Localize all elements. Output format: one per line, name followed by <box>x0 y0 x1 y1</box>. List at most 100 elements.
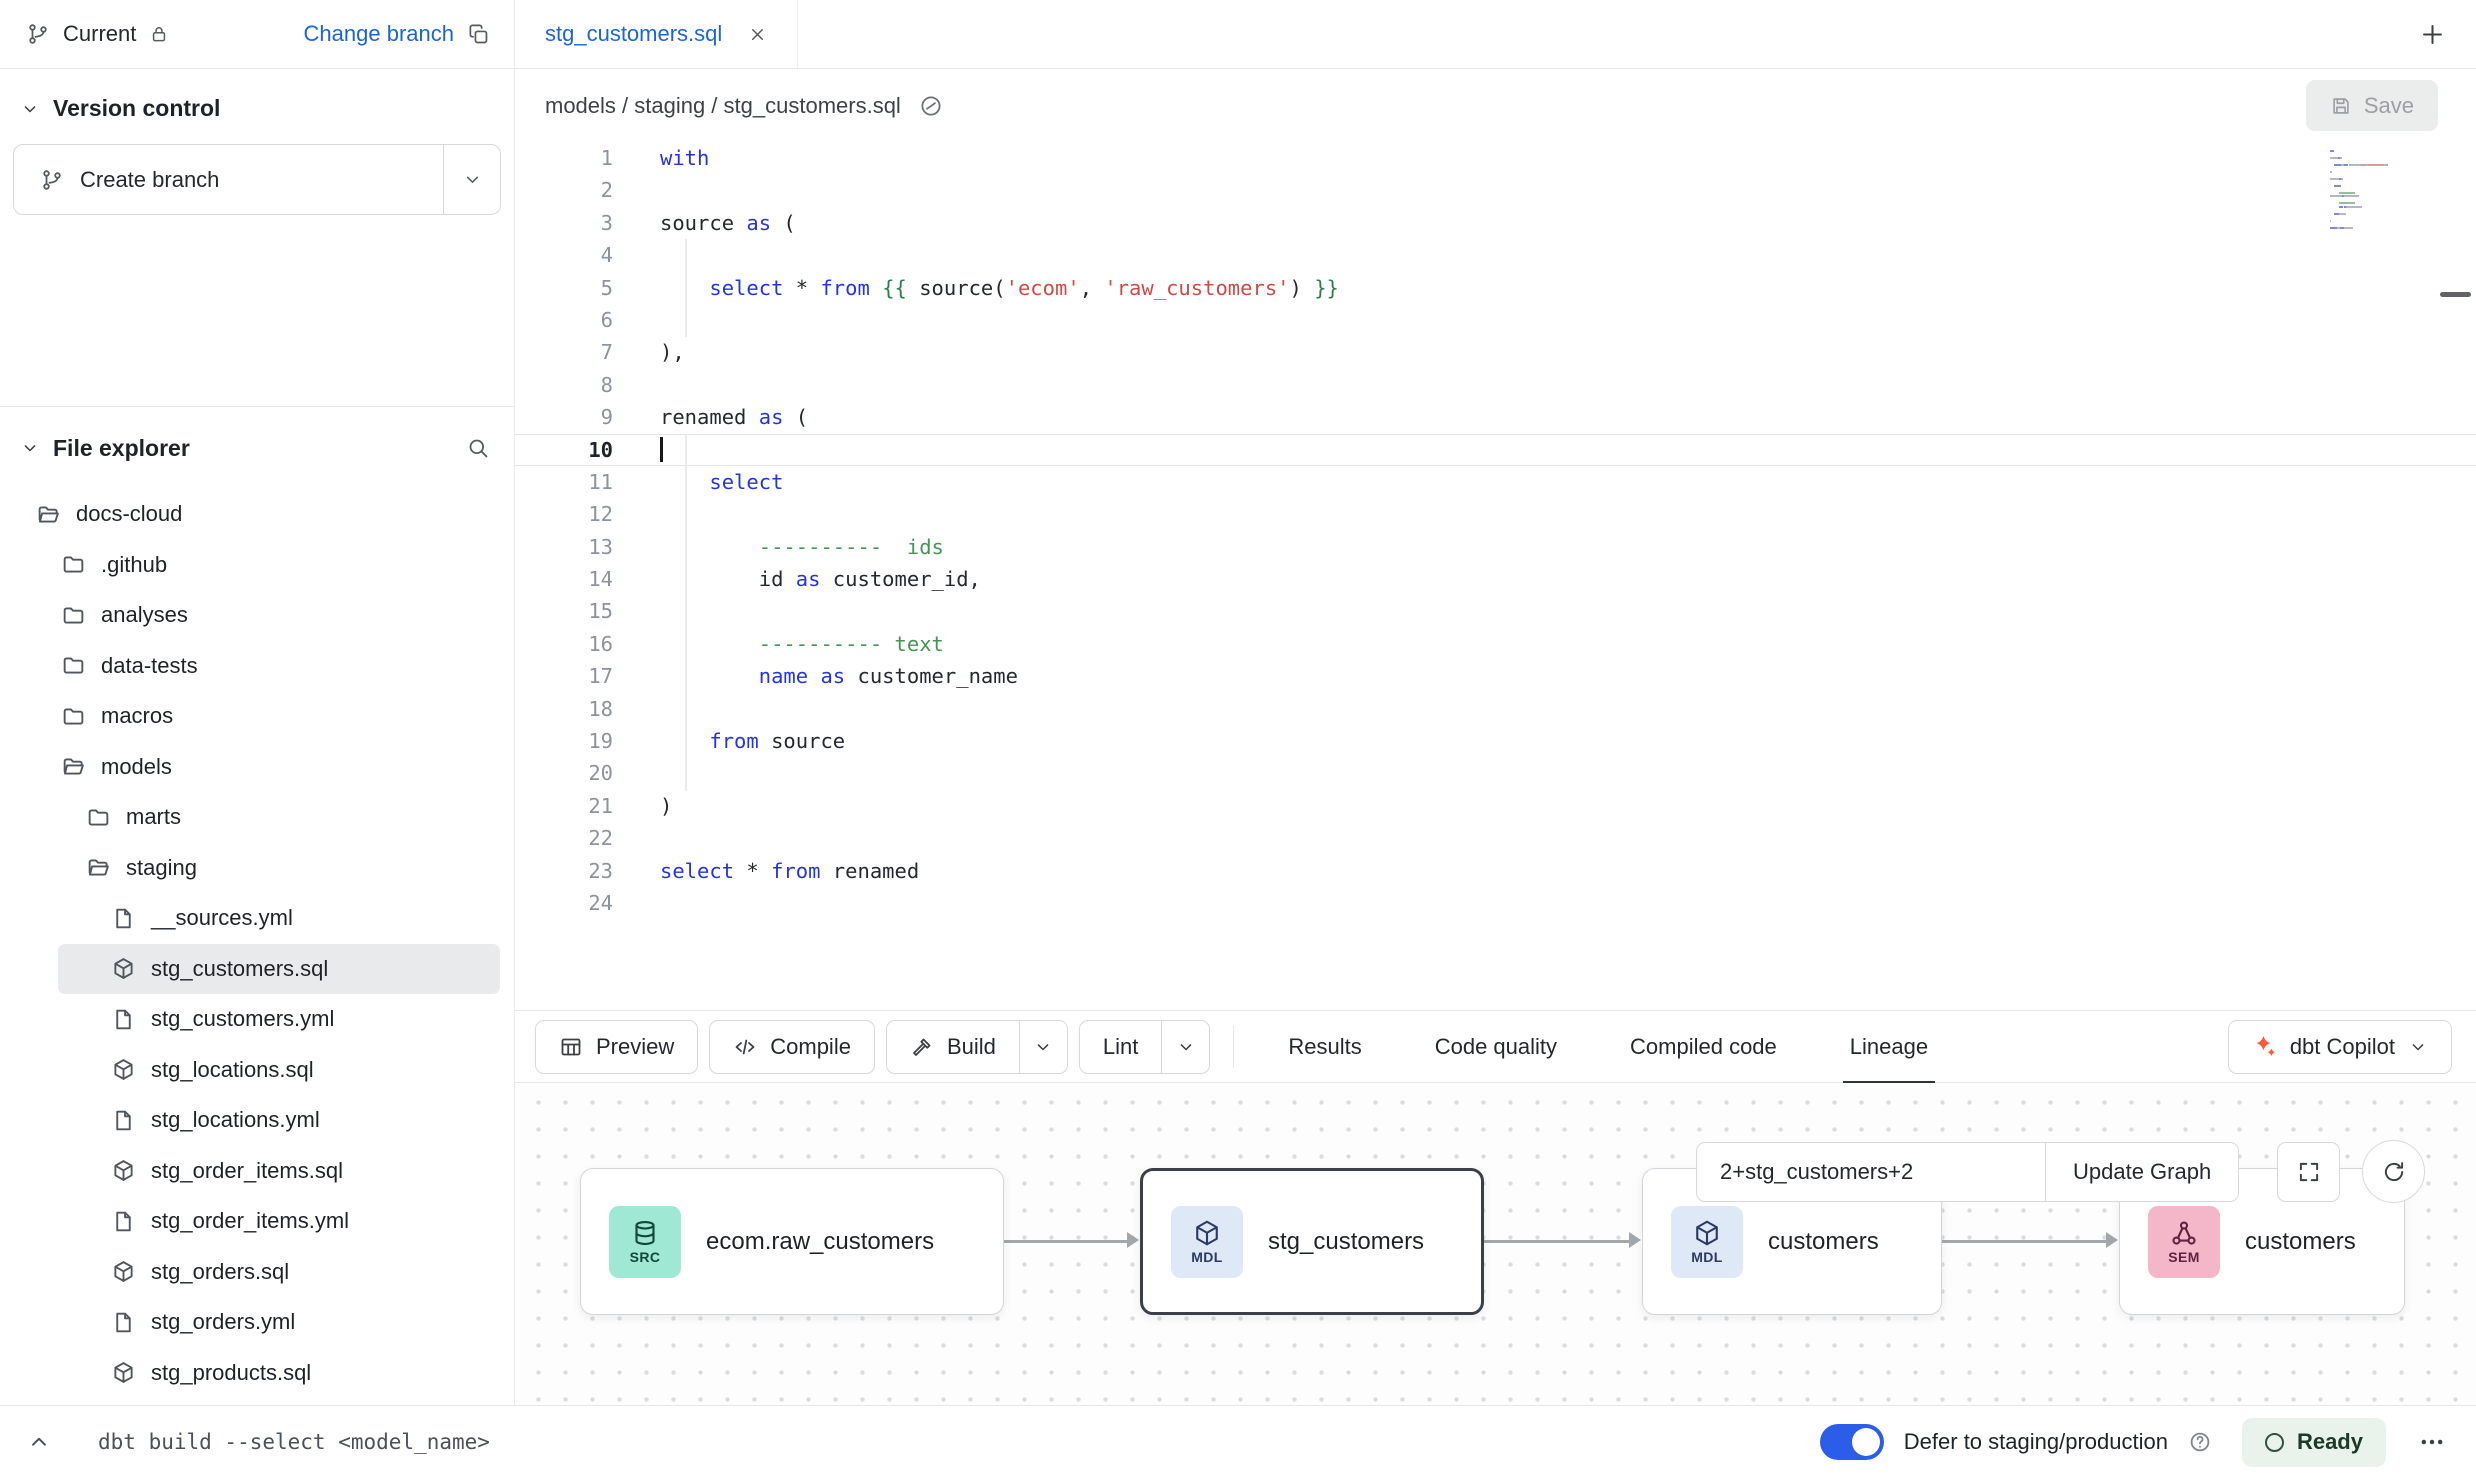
change-branch-link[interactable]: Change branch <box>304 21 454 47</box>
collapse-panel-button[interactable] <box>26 1429 52 1455</box>
toolbar-tab-compiled-code[interactable]: Compiled code <box>1599 1010 1808 1083</box>
build-dropdown[interactable] <box>1019 1020 1068 1074</box>
create-branch-button-group: Create branch <box>13 144 501 215</box>
code-text <box>613 174 660 206</box>
code-line-5[interactable]: 5 select * from {{ source('ecom', 'raw_c… <box>515 272 2476 304</box>
more-options-button[interactable] <box>2418 1428 2446 1456</box>
dbt-copilot-label: dbt Copilot <box>2290 1034 2395 1060</box>
create-branch-dropdown[interactable] <box>443 145 500 214</box>
chevron-down-icon <box>20 99 40 119</box>
tree-item-.github[interactable]: .github <box>0 540 514 591</box>
compile-button[interactable]: Compile <box>709 1020 875 1074</box>
hammer-icon <box>910 1035 934 1059</box>
lint-button[interactable]: Lint <box>1079 1020 1161 1074</box>
ready-status-badge[interactable]: Ready <box>2242 1418 2386 1467</box>
lineage-node-src-ecom.raw_customers[interactable]: SRCecom.raw_customers <box>580 1168 1004 1315</box>
model-badge: MDL <box>1671 1206 1743 1278</box>
code-line-2[interactable]: 2 <box>515 174 2476 206</box>
new-tab-button[interactable] <box>2419 21 2446 48</box>
update-graph-button[interactable]: Update Graph <box>2045 1142 2239 1202</box>
toolbar-tab-results[interactable]: Results <box>1257 1010 1392 1083</box>
chevron-down-icon <box>462 169 483 190</box>
fullscreen-button[interactable] <box>2277 1142 2340 1202</box>
code-line-10[interactable]: 10 <box>515 434 2476 466</box>
dbt-copilot-button[interactable]: dbt Copilot <box>2228 1020 2452 1074</box>
lineage-node-mdl-stg_customers[interactable]: MDLstg_customers <box>1140 1168 1484 1315</box>
file-explorer-header[interactable]: File explorer <box>0 407 514 489</box>
code-line-9[interactable]: 9renamed as ( <box>515 401 2476 433</box>
save-button[interactable]: Save <box>2306 80 2438 131</box>
create-branch-label: Create branch <box>80 167 219 193</box>
code-line-16[interactable]: 16 ---------- text <box>515 628 2476 660</box>
refresh-button[interactable] <box>2362 1140 2425 1203</box>
file-actions-icon[interactable] <box>919 94 943 118</box>
code-line-15[interactable]: 15 <box>515 595 2476 627</box>
tree-item-data-tests[interactable]: data-tests <box>0 641 514 692</box>
preview-button[interactable]: Preview <box>535 1020 698 1074</box>
tree-item-macros[interactable]: macros <box>0 691 514 742</box>
code-line-21[interactable]: 21) <box>515 790 2476 822</box>
file-icon <box>111 1310 136 1335</box>
minimap[interactable] <box>2330 150 2388 234</box>
tree-item-stg_locations.sql[interactable]: stg_locations.sql <box>0 1045 514 1096</box>
tree-item-__sources.yml[interactable]: __sources.yml <box>0 893 514 944</box>
tree-item-label: stg_customers.sql <box>151 956 328 982</box>
tree-item-stg_products.sql[interactable]: stg_products.sql <box>0 1348 514 1399</box>
file-explorer-section: File explorer docs-cloud.githubanalysesd… <box>0 407 514 1405</box>
lint-dropdown[interactable] <box>1161 1020 1210 1074</box>
tree-item-stg_order_items.sql[interactable]: stg_order_items.sql <box>0 1146 514 1197</box>
model-icon <box>111 1158 136 1183</box>
code-line-8[interactable]: 8 <box>515 369 2476 401</box>
version-control-title: Version control <box>53 95 220 122</box>
code-line-6[interactable]: 6 <box>515 304 2476 336</box>
code-line-22[interactable]: 22 <box>515 822 2476 854</box>
code-line-4[interactable]: 4 <box>515 239 2476 271</box>
source-badge: SRC <box>609 1206 681 1278</box>
toolbar-tab-lineage[interactable]: Lineage <box>1819 1010 1959 1083</box>
code-line-17[interactable]: 17 name as customer_name <box>515 660 2476 692</box>
tree-item-stg_customers.yml[interactable]: stg_customers.yml <box>0 994 514 1045</box>
code-line-18[interactable]: 18 <box>515 693 2476 725</box>
version-control-header[interactable]: Version control <box>0 95 514 122</box>
copy-icon[interactable] <box>467 23 490 46</box>
code-line-3[interactable]: 3source as ( <box>515 207 2476 239</box>
defer-toggle[interactable] <box>1820 1424 1884 1460</box>
lineage-selector-input[interactable] <box>1696 1142 2045 1202</box>
code-line-14[interactable]: 14 id as customer_id, <box>515 563 2476 595</box>
tab-close-icon[interactable] <box>748 25 767 44</box>
tree-item-stg_customers.sql[interactable]: stg_customers.sql <box>58 944 500 995</box>
code-line-12[interactable]: 12 <box>515 498 2476 530</box>
code-text: from source <box>613 725 845 757</box>
tree-item-analyses[interactable]: analyses <box>0 590 514 641</box>
code-line-1[interactable]: 1with <box>515 142 2476 174</box>
code-line-23[interactable]: 23select * from renamed <box>515 855 2476 887</box>
code-line-13[interactable]: 13 ---------- ids <box>515 531 2476 563</box>
code-line-19[interactable]: 19 from source <box>515 725 2476 757</box>
chevron-down-icon <box>1176 1037 1196 1057</box>
tree-item-marts[interactable]: marts <box>0 792 514 843</box>
tree-item-models[interactable]: models <box>0 742 514 793</box>
lineage-graph[interactable]: SRCecom.raw_customers MDLstg_customers MDL… <box>515 1083 2476 1405</box>
status-bar: dbt build --select <model_name> Defer to… <box>0 1405 2476 1478</box>
build-button[interactable]: Build <box>886 1020 1019 1074</box>
code-line-7[interactable]: 7), <box>515 336 2476 368</box>
tree-item-stg_locations.yml[interactable]: stg_locations.yml <box>0 1095 514 1146</box>
code-line-24[interactable]: 24 <box>515 887 2476 919</box>
tab-stg-customers-sql[interactable]: stg_customers.sql <box>515 0 798 68</box>
create-branch-button[interactable]: Create branch <box>14 145 443 214</box>
build-label: Build <box>947 1034 996 1060</box>
code-line-11[interactable]: 11 select <box>515 466 2476 498</box>
code-lines: 1with23source as (45 select * from {{ so… <box>515 142 2476 919</box>
tree-item-staging[interactable]: staging <box>0 843 514 894</box>
tree-item-stg_orders.yml[interactable]: stg_orders.yml <box>0 1297 514 1348</box>
help-icon[interactable] <box>2188 1430 2212 1454</box>
search-icon[interactable] <box>466 436 490 460</box>
tree-item-stg_orders.sql[interactable]: stg_orders.sql <box>0 1247 514 1298</box>
code-line-20[interactable]: 20 <box>515 757 2476 789</box>
tree-item-docs-cloud[interactable]: docs-cloud <box>0 489 514 540</box>
lineage-edge <box>1004 1240 1129 1243</box>
tree-item-stg_order_items.yml[interactable]: stg_order_items.yml <box>0 1196 514 1247</box>
toolbar-tab-code-quality[interactable]: Code quality <box>1404 1010 1588 1083</box>
toggle-knob <box>1852 1428 1880 1456</box>
code-editor[interactable]: 1with23source as (45 select * from {{ so… <box>515 142 2476 1010</box>
